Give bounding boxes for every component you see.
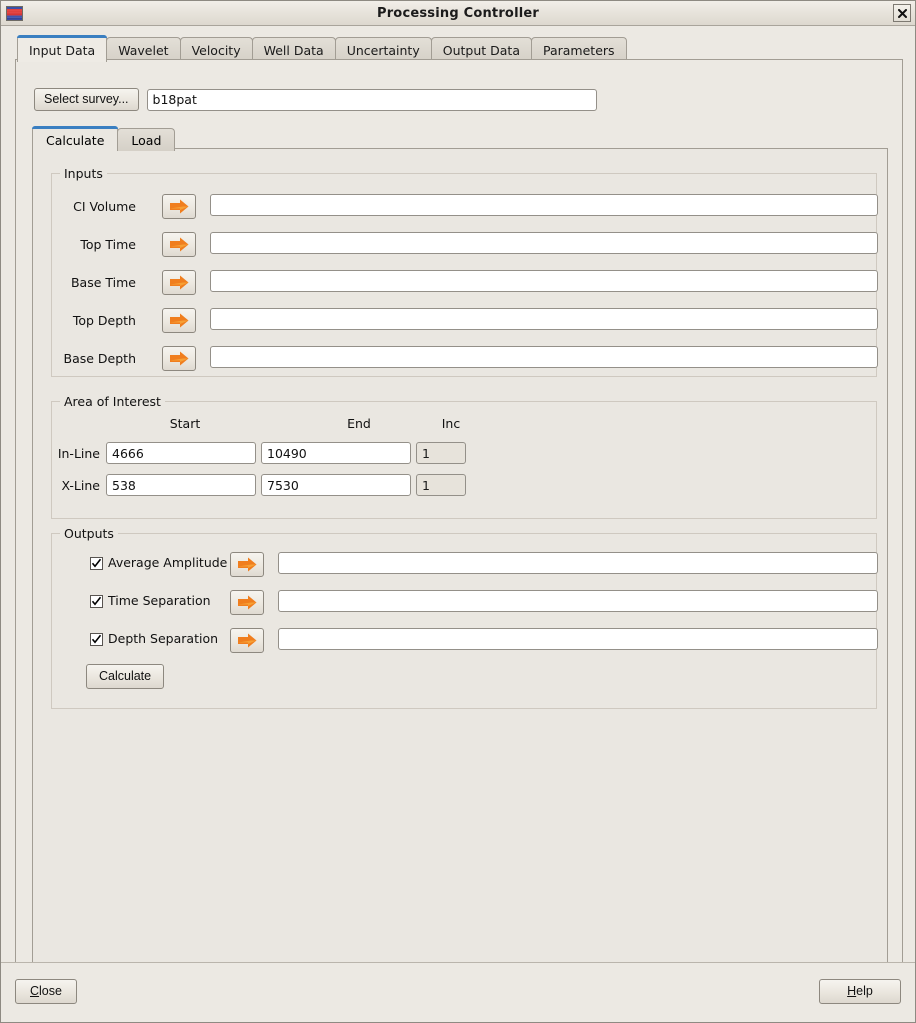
input-label: Top Time [48,237,136,252]
orange-right-arrow-icon[interactable] [230,590,264,615]
tab-label: Velocity [192,43,241,58]
average-amplitude-input[interactable] [278,552,878,574]
tab-label: Input Data [29,43,95,58]
outputs-group-title: Outputs [60,526,118,541]
average-amplitude-checkbox[interactable] [90,557,103,570]
tab-label: Uncertainty [347,43,420,58]
depth-separation-label: Depth Separation [108,631,218,646]
orange-right-arrow-icon[interactable] [162,270,196,295]
input-label: Base Time [48,275,136,290]
input-field[interactable] [210,346,878,368]
help-button-rest: elp [856,984,873,998]
calculate-panel: Inputs CI Volume Top Time [32,148,888,968]
aoi-row-label-inline: In-Line [48,446,100,461]
average-amplitude-label: Average Amplitude [108,555,227,570]
help-button[interactable]: Help [819,979,901,1004]
time-separation-checkbox[interactable] [90,595,103,608]
xline-start-input[interactable] [106,474,256,496]
input-row-ci-volume: CI Volume [52,194,876,219]
inline-end-input[interactable] [261,442,411,464]
application-window: Processing Controller Input Data Wavelet… [0,0,916,1023]
inner-tab-label: Calculate [46,133,104,148]
inner-tab-strip: Calculate Load [32,124,174,151]
aoi-header-inc: Inc [416,416,486,431]
aoi-group-title: Area of Interest [60,394,165,409]
survey-input[interactable] [147,89,597,111]
calculate-button[interactable]: Calculate [86,664,164,689]
inline-start-input[interactable] [106,442,256,464]
tab-label: Parameters [543,43,615,58]
depth-separation-checkbox[interactable] [90,633,103,646]
tab-label: Well Data [264,43,324,58]
input-label: CI Volume [48,199,136,214]
orange-right-arrow-icon[interactable] [230,552,264,577]
input-field[interactable] [210,270,878,292]
window-title: Processing Controller [1,6,915,21]
depth-separation-input[interactable] [278,628,878,650]
inner-tab-label: Load [131,133,161,148]
help-mnemonic: H [847,984,856,998]
input-row-top-time: Top Time [52,232,876,257]
inputs-group-title: Inputs [60,166,107,181]
tab-label: Wavelet [118,43,168,58]
input-field[interactable] [210,308,878,330]
title-bar: Processing Controller [1,1,915,26]
input-row-top-depth: Top Depth [52,308,876,333]
close-button[interactable]: Close [15,979,77,1004]
area-of-interest-group: Area of Interest Start End Inc In-Line X… [51,401,877,519]
close-mnemonic: C [30,984,39,998]
dialog-footer: Close Help [1,962,915,1022]
tab-input-data[interactable]: Input Data [17,35,107,62]
window-body: Input Data Wavelet Velocity Well Data Un… [1,26,915,1022]
orange-right-arrow-icon[interactable] [162,346,196,371]
time-separation-input[interactable] [278,590,878,612]
survey-row: Select survey... [34,88,597,111]
outputs-group: Outputs Average Amplitude Time Separatio [51,533,877,709]
close-button-rest: lose [39,984,62,998]
inputs-group: Inputs CI Volume Top Time [51,173,877,377]
tab-calculate[interactable]: Calculate [32,126,118,151]
select-survey-button[interactable]: Select survey... [34,88,139,111]
main-tab-strip: Input Data Wavelet Velocity Well Data Un… [17,34,626,62]
orange-right-arrow-icon[interactable] [162,232,196,257]
aoi-row-label-xline: X-Line [48,478,100,493]
input-field[interactable] [210,194,878,216]
tab-load[interactable]: Load [117,128,175,151]
inline-inc-input[interactable] [416,442,466,464]
xline-inc-input[interactable] [416,474,466,496]
orange-right-arrow-icon[interactable] [162,194,196,219]
tab-label: Output Data [443,43,520,58]
orange-right-arrow-icon[interactable] [162,308,196,333]
xline-end-input[interactable] [261,474,411,496]
close-icon[interactable] [893,4,911,22]
input-field[interactable] [210,232,878,254]
orange-right-arrow-icon[interactable] [230,628,264,653]
input-row-base-depth: Base Depth [52,346,876,371]
seismic-section-icon [6,6,23,21]
input-label: Top Depth [48,313,136,328]
input-row-base-time: Base Time [52,270,876,295]
input-label: Base Depth [48,351,136,366]
input-data-panel: Select survey... Calculate Load Inputs C… [15,59,903,984]
time-separation-label: Time Separation [108,593,211,608]
